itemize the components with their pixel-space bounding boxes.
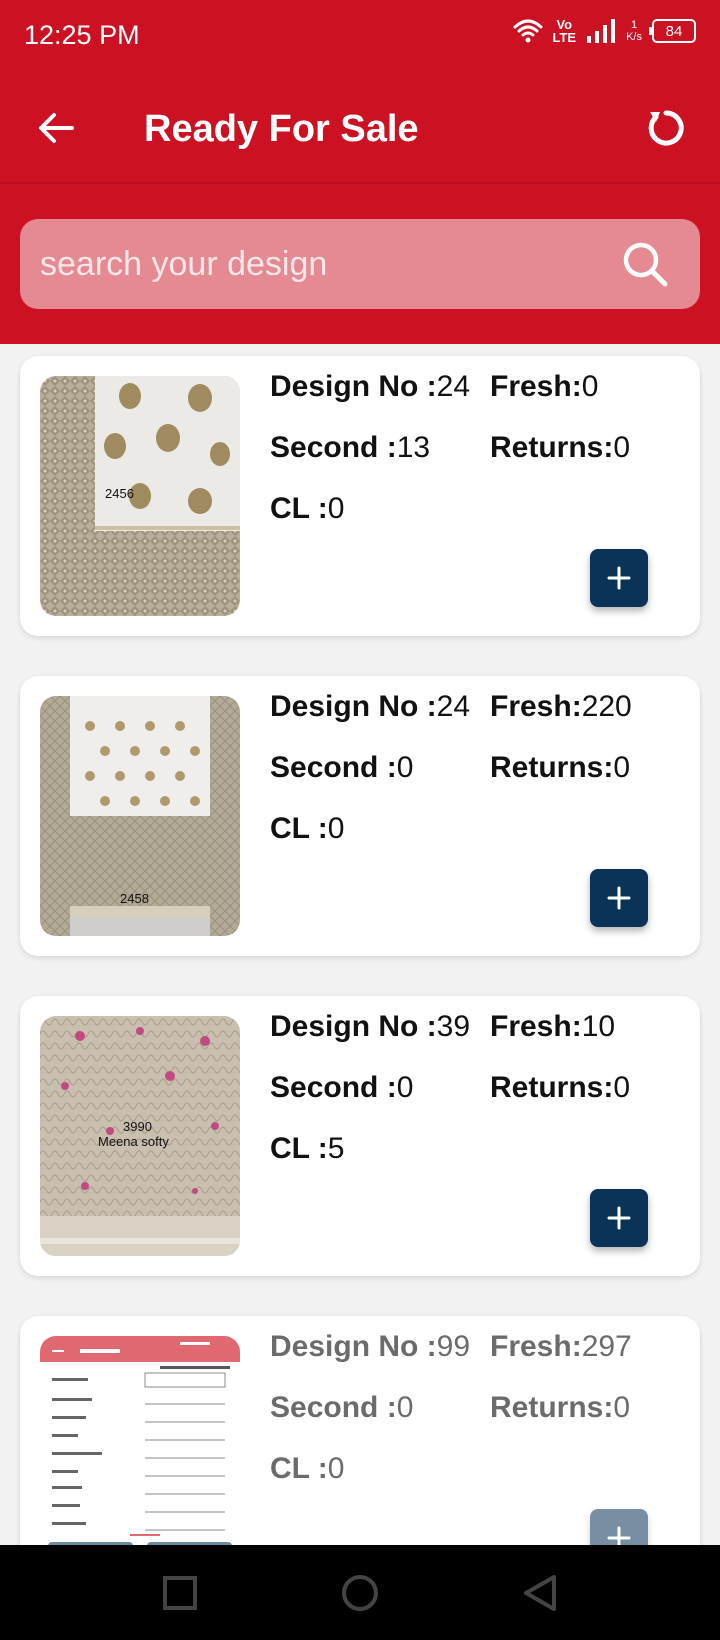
design-image-caption: 3990 bbox=[123, 1119, 152, 1134]
cl-field: CL :0 bbox=[270, 1452, 345, 1485]
add-button[interactable] bbox=[590, 1509, 648, 1545]
battery-level: 84 bbox=[665, 22, 683, 40]
search-icon[interactable] bbox=[620, 239, 670, 289]
recents-icon[interactable] bbox=[160, 1573, 200, 1613]
design-card[interactable]: 2456 Design No :24 Fresh:0 Second :13 Re… bbox=[20, 356, 700, 636]
refresh-icon bbox=[648, 110, 684, 146]
design-image-caption-2: Meena softy bbox=[98, 1134, 169, 1149]
search-area bbox=[0, 184, 720, 344]
design-image[interactable]: 2456 bbox=[40, 376, 240, 616]
design-image[interactable] bbox=[40, 1336, 240, 1545]
design-image[interactable]: 3990 Meena softy bbox=[40, 1016, 240, 1256]
design-info: Design No :99 Fresh:297 Second :0 Return… bbox=[270, 1330, 690, 1510]
design-no-field: Design No :99 bbox=[270, 1330, 471, 1363]
second-field: Second :13 bbox=[270, 431, 431, 464]
add-button[interactable] bbox=[590, 549, 648, 607]
second-field: Second :0 bbox=[270, 1391, 414, 1424]
signal-icon bbox=[587, 19, 616, 43]
design-info: Design No :24 Fresh:220 Second :0 Return… bbox=[270, 690, 690, 870]
design-image-caption: 2456 bbox=[105, 486, 134, 501]
refresh-button[interactable] bbox=[636, 100, 692, 156]
returns-field: Returns:0 bbox=[490, 751, 631, 784]
second-field: Second :0 bbox=[270, 1071, 414, 1104]
second-field: Second :0 bbox=[270, 751, 414, 784]
returns-field: Returns:0 bbox=[490, 1071, 631, 1104]
returns-field: Returns:0 bbox=[490, 431, 631, 464]
plus-icon bbox=[607, 1206, 631, 1230]
status-bar: 12:25 PM Vo LTE 1 K/s 84 bbox=[0, 0, 720, 76]
design-info: Design No :39 Fresh:10 Second :0 Returns… bbox=[270, 1010, 690, 1190]
system-nav-bar bbox=[0, 1545, 720, 1640]
design-no-field: Design No :39 bbox=[270, 1010, 471, 1043]
status-time: 12:25 PM bbox=[24, 20, 140, 50]
battery-icon: 84 bbox=[649, 19, 696, 43]
design-info: Design No :24 Fresh:0 Second :13 Returns… bbox=[270, 370, 690, 550]
design-image-caption: 2458 bbox=[120, 891, 149, 906]
wifi-icon bbox=[513, 19, 542, 43]
add-button[interactable] bbox=[590, 869, 648, 927]
search-input[interactable] bbox=[40, 239, 600, 289]
plus-icon bbox=[607, 1526, 631, 1545]
design-no-field: Design No :24 bbox=[270, 690, 471, 723]
app-bar: Ready For Sale bbox=[0, 76, 720, 184]
design-card[interactable]: 3990 Meena softy Design No :39 Fresh:10 … bbox=[20, 996, 700, 1276]
cl-field: CL :0 bbox=[270, 812, 345, 845]
design-list[interactable]: 2456 Design No :24 Fresh:0 Second :13 Re… bbox=[0, 344, 720, 1545]
search-bar[interactable] bbox=[20, 219, 700, 309]
plus-icon bbox=[607, 886, 631, 910]
cl-field: CL :0 bbox=[270, 492, 345, 525]
plus-icon bbox=[607, 566, 631, 590]
returns-field: Returns:0 bbox=[490, 1391, 631, 1424]
add-button[interactable] bbox=[590, 1189, 648, 1247]
design-card[interactable]: 2458 Design No :24 Fresh:220 Second :0 R… bbox=[20, 676, 700, 956]
fresh-field: Fresh:297 bbox=[490, 1330, 632, 1363]
network-speed: 1 K/s bbox=[626, 19, 642, 43]
back-nav-icon[interactable] bbox=[520, 1573, 560, 1613]
home-icon[interactable] bbox=[340, 1573, 380, 1613]
back-button[interactable] bbox=[28, 100, 84, 156]
design-image[interactable]: 2458 bbox=[40, 696, 240, 936]
design-card[interactable]: Design No :99 Fresh:297 Second :0 Return… bbox=[20, 1316, 700, 1545]
design-no-field: Design No :24 bbox=[270, 370, 471, 403]
status-icons: Vo LTE 1 K/s 84 bbox=[513, 17, 696, 45]
fresh-field: Fresh:0 bbox=[490, 370, 599, 403]
fresh-field: Fresh:220 bbox=[490, 690, 632, 723]
fresh-field: Fresh:10 bbox=[490, 1010, 616, 1043]
arrow-left-icon bbox=[39, 113, 74, 143]
volte-indicator: Vo LTE bbox=[552, 17, 577, 45]
page-title: Ready For Sale bbox=[144, 108, 419, 150]
cl-field: CL :5 bbox=[270, 1132, 345, 1165]
